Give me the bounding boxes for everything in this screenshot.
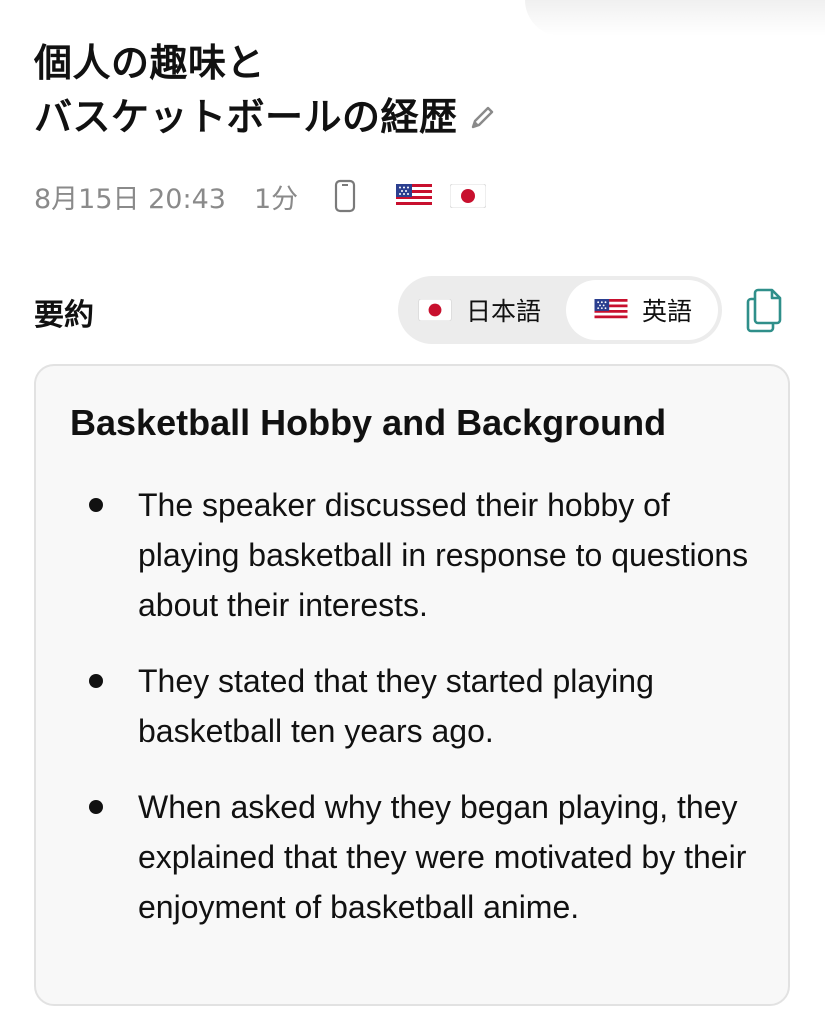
recording-duration: 1分 bbox=[253, 183, 299, 215]
jp-flag-icon bbox=[418, 299, 452, 321]
bullet-text: They stated that they started playing ba… bbox=[138, 663, 654, 749]
summary-bullets: The speaker discussed their hobby of pla… bbox=[36, 480, 792, 958]
bullet-dot bbox=[89, 498, 103, 512]
bullet-item: When asked why they began playing, they … bbox=[36, 782, 792, 932]
bullet-item: The speaker discussed their hobby of pla… bbox=[36, 480, 792, 630]
lang-option-label: 日本語 bbox=[466, 297, 542, 326]
pencil-icon[interactable] bbox=[468, 102, 498, 132]
language-toggle: 日本語 英語 bbox=[398, 276, 722, 344]
bullet-item: They stated that they started playing ba… bbox=[36, 656, 792, 756]
summary-card: Basketball Hobby and Background The spea… bbox=[34, 364, 790, 1006]
summary-title: Basketball Hobby and Background bbox=[70, 402, 667, 443]
title-line-2-wrapper: バスケットボールの経歴 bbox=[34, 90, 774, 144]
recording-meta: 8月15日 20:43 1分 bbox=[34, 176, 504, 216]
phone-icon bbox=[335, 179, 356, 213]
bullet-dot bbox=[89, 674, 103, 688]
top-shadow bbox=[525, 0, 825, 36]
bullet-dot bbox=[89, 800, 103, 814]
lang-option-english[interactable]: 英語 bbox=[566, 280, 718, 340]
us-flag-icon bbox=[396, 184, 433, 208]
bullet-text: When asked why they began playing, they … bbox=[138, 789, 747, 925]
page-title: 個人の趣味と バスケットボールの経歴 bbox=[34, 36, 774, 144]
title-line-2: バスケットボールの経歴 bbox=[34, 95, 458, 139]
lang-option-japanese[interactable]: 日本語 bbox=[418, 280, 541, 340]
recording-date: 8月15日 20:43 bbox=[34, 183, 226, 215]
summary-screen: 個人の趣味と バスケットボールの経歴 8月15日 20:43 1分 要約 日本語… bbox=[0, 0, 825, 1024]
title-line-1: 個人の趣味と bbox=[34, 41, 266, 85]
lang-option-label: 英語 bbox=[642, 297, 693, 326]
copy-icon[interactable] bbox=[744, 286, 786, 334]
us-flag-icon bbox=[594, 299, 628, 321]
summary-label: 要約 bbox=[34, 298, 94, 333]
jp-flag-icon bbox=[450, 184, 487, 208]
bullet-text: The speaker discussed their hobby of pla… bbox=[138, 487, 749, 623]
